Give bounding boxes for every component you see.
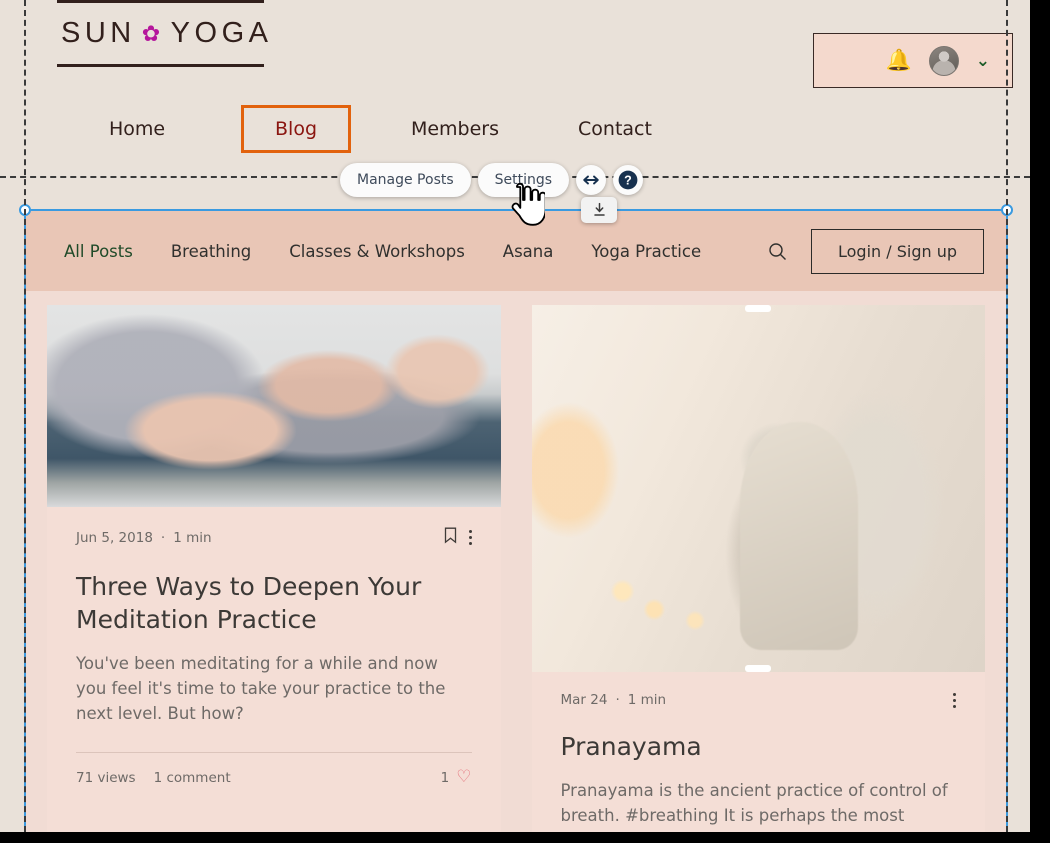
category-breathing[interactable]: Breathing — [152, 242, 270, 261]
category-classes-workshops[interactable]: Classes & Workshops — [270, 242, 484, 261]
nav-item-blog[interactable]: Blog — [241, 105, 351, 153]
nav-item-home[interactable]: Home — [57, 106, 217, 152]
guide-vertical-right — [1006, 0, 1008, 832]
kebab-more-icon[interactable] — [468, 530, 472, 545]
post-excerpt: You've been meditating for a while and n… — [76, 654, 446, 723]
blog-post-grid: Jun 5, 2018 · 1 min Three Ways to Deepen… — [26, 291, 1006, 832]
category-asana[interactable]: Asana — [484, 242, 573, 261]
editor-toolbar: Manage Posts Settings ? — [340, 163, 644, 197]
post-title[interactable]: Three Ways to Deepen Your Meditation Pra… — [76, 570, 472, 636]
bell-icon[interactable]: 🔔 — [886, 50, 912, 71]
main-navigation: Home Blog Members Contact — [57, 105, 695, 153]
post-comments[interactable]: 1 comment — [154, 770, 231, 786]
post-read-time: 1 min — [173, 529, 212, 546]
photo-buddha-statue — [531, 305, 985, 672]
meta-separator: · — [160, 529, 166, 546]
post-meta: Jun 5, 2018 · 1 min — [76, 527, 472, 548]
image-crop-handle-bottom[interactable] — [745, 665, 772, 672]
guide-vertical-left — [24, 0, 26, 832]
blog-category-bar: All Posts Breathing Classes & Workshops … — [26, 211, 1006, 291]
category-bar-actions: Login / Sign up — [768, 228, 984, 274]
post-body: Jun 5, 2018 · 1 min Three Ways to Deepen… — [47, 507, 501, 804]
settings-button[interactable]: Settings — [477, 163, 570, 197]
search-icon[interactable] — [768, 242, 787, 261]
bookmark-icon[interactable] — [444, 527, 457, 548]
avatar[interactable] — [928, 45, 959, 76]
post-meta-actions — [953, 692, 956, 708]
logo-rule-bottom — [57, 64, 264, 67]
post-excerpt: Pranayama is the ancient practice of con… — [560, 781, 948, 832]
post-likes[interactable]: 1 ♡ — [441, 769, 472, 786]
like-count: 1 — [440, 769, 450, 786]
logo-word-sun: SUN — [61, 17, 136, 49]
meta-separator: · — [615, 692, 620, 708]
post-views: 71 views — [76, 769, 136, 786]
post-date: Mar 24 — [560, 692, 608, 708]
notification-bar[interactable]: 🔔 ⌄ — [813, 33, 1013, 88]
chevron-down-icon[interactable]: ⌄ — [976, 52, 990, 69]
post-date: Jun 5, 2018 — [76, 529, 153, 546]
site-logo[interactable]: SUN ✿ YOGA — [57, 0, 268, 67]
kebab-more-icon[interactable] — [953, 692, 956, 708]
image-crop-handle-top[interactable] — [745, 305, 772, 312]
post-image-meditation[interactable] — [47, 305, 501, 507]
post-image-buddha[interactable] — [531, 305, 985, 672]
logo-text: SUN ✿ YOGA — [57, 3, 268, 54]
editor-canvas[interactable]: SUN ✿ YOGA Home Blog Members Contact All… — [0, 0, 1030, 832]
blog-post-card[interactable]: Mar 24 · 1 min Pranayama Pranayama is th… — [531, 305, 986, 832]
flower-icon: ✿ — [141, 20, 165, 46]
svg-text:?: ? — [624, 174, 632, 188]
screen: SUN ✿ YOGA Home Blog Members Contact All… — [0, 0, 1050, 843]
download-icon[interactable] — [581, 197, 617, 223]
photo-woman-meditating — [47, 305, 501, 507]
post-body: Mar 24 · 1 min Pranayama Pranayama is th… — [532, 672, 986, 832]
manage-posts-button[interactable]: Manage Posts — [340, 163, 471, 197]
post-footer: 71 views 1 comment 1 ♡ — [76, 752, 472, 804]
nav-item-contact[interactable]: Contact — [535, 106, 695, 152]
stretch-horizontal-icon[interactable] — [576, 165, 607, 195]
help-question-icon[interactable]: ? — [613, 165, 644, 195]
nav-item-members[interactable]: Members — [375, 106, 535, 152]
post-meta: Mar 24 · 1 min — [560, 692, 956, 708]
post-read-time: 1 min — [627, 692, 667, 708]
category-yoga-practice[interactable]: Yoga Practice — [572, 242, 720, 261]
category-all-posts[interactable]: All Posts — [45, 242, 152, 261]
heart-icon[interactable]: ♡ — [456, 769, 471, 786]
logo-word-yoga: YOGA — [170, 17, 273, 49]
post-title[interactable]: Pranayama — [561, 730, 957, 763]
blog-feed-app[interactable]: All Posts Breathing Classes & Workshops … — [26, 211, 1006, 832]
blog-post-card[interactable]: Jun 5, 2018 · 1 min Three Ways to Deepen… — [47, 305, 501, 832]
login-signup-button[interactable]: Login / Sign up — [810, 228, 984, 274]
post-meta-actions — [444, 527, 472, 548]
